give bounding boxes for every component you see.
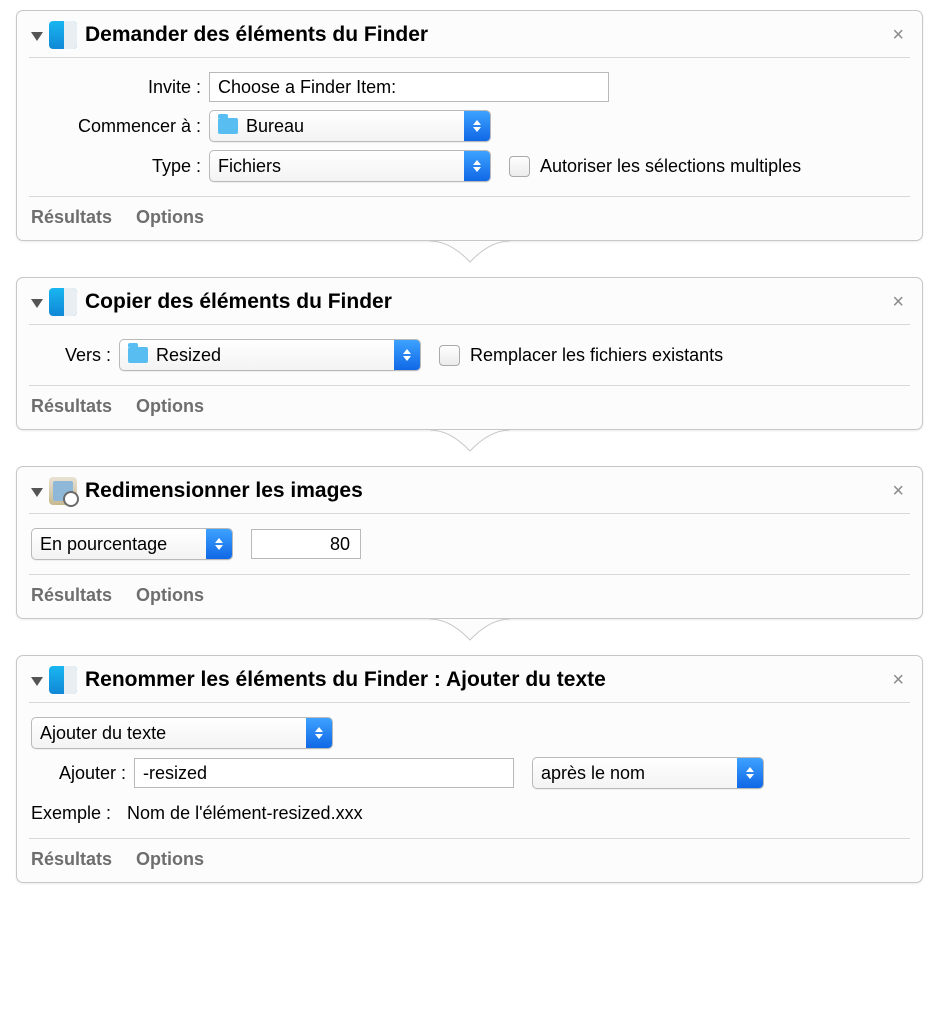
replace-existing-label: Remplacer les fichiers existants [470,345,723,366]
disclosure-triangle-icon[interactable] [31,677,43,686]
to-value: Resized [156,345,221,366]
finder-icon [49,288,77,316]
options-button[interactable]: Options [136,585,204,606]
rename-mode-popup[interactable]: Ajouter du texte [31,717,333,749]
close-icon[interactable]: × [888,668,908,692]
start-at-value: Bureau [246,116,304,137]
to-popup[interactable]: Resized [119,339,421,371]
action-rename-finder-items: Renommer les éléments du Finder : Ajoute… [16,655,923,883]
to-label: Vers : [31,345,119,366]
action-ask-finder-items: Demander des éléments du Finder × Invite… [16,10,923,241]
action-body: Invite : Commencer à : Bureau Type : Fi [17,58,922,196]
chevron-up-down-icon [464,111,490,141]
finder-icon [49,666,77,694]
example-label: Exemple : [31,803,127,824]
options-button[interactable]: Options [136,849,204,870]
chevron-up-down-icon [394,340,420,370]
action-title: Copier des éléments du Finder [85,290,392,314]
type-popup[interactable]: Fichiers [209,150,491,182]
disclosure-triangle-icon[interactable] [31,488,43,497]
chevron-up-down-icon [464,151,490,181]
folder-icon [128,347,148,363]
folder-icon [218,118,238,134]
options-button[interactable]: Options [136,207,204,228]
position-value: après le nom [541,763,645,784]
rename-mode-value: Ajouter du texte [40,723,166,744]
results-button[interactable]: Résultats [31,207,112,228]
action-footer: Résultats Options [17,839,922,882]
action-body: Ajouter du texte Ajouter : après le nom … [17,703,922,838]
close-icon[interactable]: × [888,290,908,314]
scale-mode-popup[interactable]: En pourcentage [31,528,233,560]
invite-label: Invite : [31,77,209,98]
scale-mode-value: En pourcentage [40,534,167,555]
action-header: Demander des éléments du Finder × [17,11,922,57]
type-label: Type : [31,156,209,177]
add-text-field[interactable] [134,758,514,788]
example-value: Nom de l'élément-resized.xxx [127,803,363,824]
preview-icon [49,477,77,505]
scale-amount-field[interactable] [251,529,361,559]
type-value: Fichiers [218,156,281,177]
allow-multiple-label: Autoriser les sélections multiples [540,156,801,177]
disclosure-triangle-icon[interactable] [31,299,43,308]
options-button[interactable]: Options [136,396,204,417]
action-copy-finder-items: Copier des éléments du Finder × Vers : R… [16,277,923,430]
workflow-connector [16,619,923,655]
action-title: Demander des éléments du Finder [85,23,428,47]
action-header: Copier des éléments du Finder × [17,278,922,324]
replace-existing-checkbox[interactable] [439,345,460,366]
action-body: En pourcentage [17,514,922,574]
add-label: Ajouter : [31,763,134,784]
start-at-label: Commencer à : [31,116,209,137]
start-at-popup[interactable]: Bureau [209,110,491,142]
chevron-up-down-icon [306,718,332,748]
action-title: Renommer les éléments du Finder : Ajoute… [85,668,606,692]
action-header: Redimensionner les images × [17,467,922,513]
action-header: Renommer les éléments du Finder : Ajoute… [17,656,922,702]
results-button[interactable]: Résultats [31,585,112,606]
workflow-connector [16,241,923,277]
allow-multiple-checkbox[interactable] [509,156,530,177]
action-body: Vers : Resized Remplacer les fichiers ex… [17,325,922,385]
chevron-up-down-icon [737,758,763,788]
workflow-connector [16,430,923,466]
invite-field[interactable] [209,72,609,102]
position-popup[interactable]: après le nom [532,757,764,789]
results-button[interactable]: Résultats [31,396,112,417]
action-scale-images: Redimensionner les images × En pourcenta… [16,466,923,619]
results-button[interactable]: Résultats [31,849,112,870]
action-title: Redimensionner les images [85,479,363,503]
disclosure-triangle-icon[interactable] [31,32,43,41]
close-icon[interactable]: × [888,479,908,503]
finder-icon [49,21,77,49]
chevron-up-down-icon [206,529,232,559]
close-icon[interactable]: × [888,23,908,47]
